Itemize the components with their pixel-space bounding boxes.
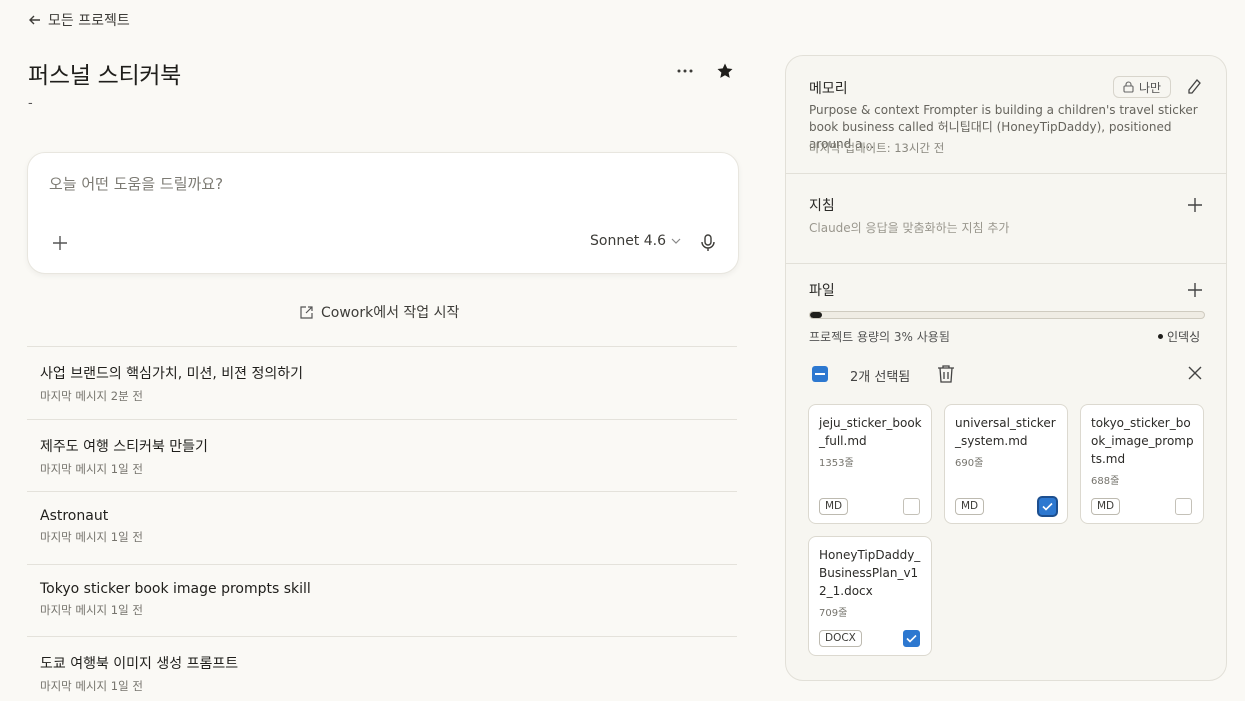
external-link-icon [300, 305, 313, 319]
add-file-button[interactable] [1186, 281, 1204, 299]
conversation-meta: 마지막 메시지 1일 전 [40, 602, 143, 617]
add-attachment-button[interactable] [50, 233, 70, 253]
file-type-badge: MD [1091, 498, 1121, 515]
file-lines: 709줄 [819, 608, 848, 619]
star-icon [717, 63, 733, 78]
select-all-checkbox[interactable] [812, 366, 828, 382]
conversation-meta: 마지막 메시지 1일 전 [40, 461, 143, 476]
file-checkbox[interactable] [1039, 498, 1056, 515]
conversation-item[interactable]: Tokyo sticker book image prompts skill 마… [27, 563, 737, 637]
file-name: HoneyTipDaddy_BusinessPlan_v12_1.docx [819, 548, 921, 598]
plus-icon [1188, 198, 1202, 212]
divider [786, 263, 1226, 264]
conversation-item[interactable]: 제주도 여행 스티커북 만들기 마지막 메시지 1일 전 [27, 418, 737, 492]
divider [786, 173, 1226, 174]
file-name: jeju_sticker_book_full.md [819, 416, 922, 448]
cowork-label: Cowork에서 작업 시작 [321, 305, 460, 321]
instructions-subtitle: Claude의 응답을 맞춤화하는 지침 추가 [809, 221, 1010, 235]
microphone-icon [701, 234, 715, 251]
conversation-meta: 마지막 메시지 1일 전 [40, 679, 143, 694]
storage-progress-bar [809, 311, 1205, 319]
instructions-title: 지침 [809, 198, 835, 214]
file-type-badge: MD [819, 498, 849, 515]
delete-selected-button[interactable] [937, 364, 955, 387]
conversation-title: 제주도 여행 스티커북 만들기 [40, 438, 208, 455]
conversation-item[interactable]: 도쿄 여행북 이미지 생성 프롬프트 마지막 메시지 1일 전 [27, 636, 737, 701]
selection-bar: 2개 선택됨 [786, 361, 1226, 387]
file-name: tokyo_sticker_book_image_prompts.md [1091, 416, 1194, 466]
page-title: 퍼스널 스티커북 [28, 63, 182, 89]
file-card[interactable]: jeju_sticker_book_full.md 1353줄 MD [808, 404, 932, 524]
conversation-meta: 마지막 메시지 1일 전 [40, 530, 143, 545]
file-lines: 688줄 [1091, 476, 1120, 487]
model-selector[interactable]: Sonnet 4.6 [590, 233, 681, 249]
back-link-label: 모든 프로젝트 [48, 13, 130, 29]
check-icon [906, 634, 917, 643]
indexing-label: 인덱싱 [1167, 330, 1201, 344]
conversation-title: Astronaut [40, 508, 109, 525]
files-title: 파일 [809, 283, 835, 299]
clear-selection-button[interactable] [1188, 365, 1202, 384]
file-checkbox[interactable] [903, 498, 920, 515]
back-to-projects-link[interactable]: 모든 프로젝트 [28, 10, 130, 30]
selection-count: 2개 선택됨 [850, 370, 911, 385]
check-icon [1042, 502, 1053, 511]
storage-progress-fill [810, 312, 822, 318]
memory-title: 메모리 [809, 81, 848, 97]
file-card[interactable]: universal_sticker_system.md 690줄 MD [944, 404, 1068, 524]
lock-icon [1123, 81, 1134, 93]
conversation-meta: 마지막 메시지 2분 전 [40, 389, 143, 403]
chat-composer: Sonnet 4.6 [27, 152, 739, 274]
indexing-status: 인덱싱 [1158, 328, 1200, 345]
close-icon [1188, 366, 1202, 380]
file-type-badge: MD [955, 498, 985, 515]
storage-usage-text: 프로젝트 용량의 3% 사용됨 [809, 330, 950, 344]
file-card[interactable]: tokyo_sticker_book_image_prompts.md 688줄… [1080, 404, 1204, 524]
file-checkbox[interactable] [903, 630, 920, 647]
memory-updated: 마지막 업데이트: 13시간 전 [809, 141, 945, 155]
file-checkbox[interactable] [1175, 498, 1192, 515]
file-type-badge: DOCX [819, 630, 862, 647]
more-horizontal-icon [677, 69, 693, 73]
status-dot-icon [1158, 334, 1163, 339]
trash-icon [938, 365, 954, 383]
conversation-list: 사업 브랜드의 핵심가치, 미션, 비젼 정의하기 마지막 메시지 2분 전 제… [27, 346, 737, 701]
project-description: - [28, 96, 33, 111]
cowork-start-link[interactable]: Cowork에서 작업 시작 [300, 302, 459, 322]
conversation-title: 도쿄 여행북 이미지 생성 프롬프트 [40, 656, 239, 673]
conversation-item[interactable]: Astronaut 마지막 메시지 1일 전 [27, 491, 737, 564]
plus-icon [1188, 283, 1202, 297]
more-options-button[interactable] [672, 60, 698, 82]
pencil-icon [1188, 79, 1201, 94]
chevron-down-icon [671, 238, 681, 244]
project-side-panel: 메모리 나만 Purpose & context Frompter is bui… [785, 55, 1227, 681]
memory-visibility-badge[interactable]: 나만 [1113, 76, 1172, 98]
chat-input[interactable] [49, 175, 649, 193]
model-label: Sonnet 4.6 [590, 233, 667, 249]
file-lines: 1353줄 [819, 458, 854, 469]
conversation-title: 사업 브랜드의 핵심가치, 미션, 비젼 정의하기 [40, 366, 303, 382]
conversation-title: Tokyo sticker book image prompts skill [40, 580, 311, 597]
edit-memory-button[interactable] [1186, 78, 1202, 100]
file-name: universal_sticker_system.md [955, 416, 1056, 448]
arrow-left-icon [29, 15, 40, 25]
file-lines: 690줄 [955, 458, 984, 469]
plus-icon [53, 236, 67, 250]
conversation-item[interactable]: 사업 브랜드의 핵심가치, 미션, 비젼 정의하기 마지막 메시지 2분 전 [27, 346, 737, 419]
star-button[interactable] [712, 60, 738, 82]
memory-visibility-label: 나만 [1139, 80, 1162, 95]
file-card[interactable]: HoneyTipDaddy_BusinessPlan_v12_1.docx 70… [808, 536, 932, 656]
microphone-button[interactable] [698, 233, 718, 253]
minus-icon [815, 373, 825, 375]
add-instructions-button[interactable] [1186, 196, 1204, 214]
